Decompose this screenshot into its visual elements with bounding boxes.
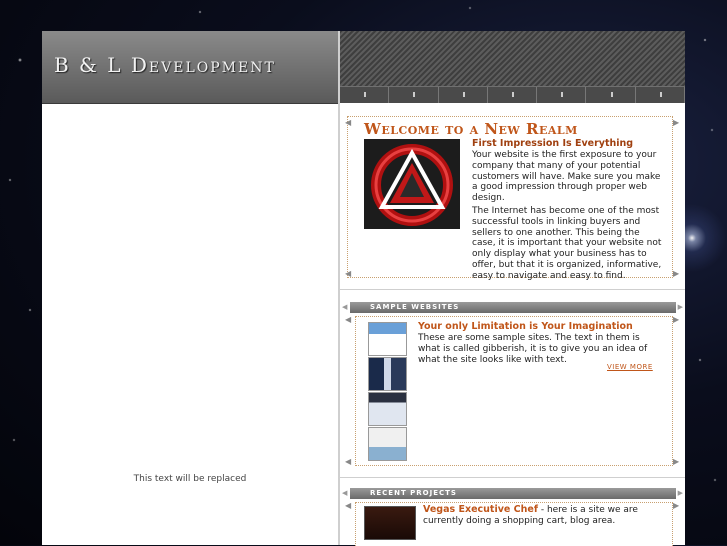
section-divider [340,289,685,290]
sample-thumbnail[interactable] [368,427,407,461]
welcome-paragraph-2: The Internet has become one of the most … [364,206,664,282]
section-divider [340,477,685,478]
recent-projects-bar: RECENT PROJECTS [342,488,684,499]
sample-websites-bar: SAMPLE WEBSITES [342,302,684,313]
welcome-paragraph-1: Your website is the first exposure to yo… [472,150,661,204]
corner-arrow-icon: ◀ [345,315,352,324]
corner-arrow-icon: ▶ [673,501,680,510]
column-divider [338,31,340,545]
corner-arrow-icon: ▶ [673,269,680,278]
welcome-paragraph-2-text: The Internet has become one of the most … [472,206,662,281]
corner-arrow-icon: ◀ [345,118,352,127]
sample-thumbnail[interactable] [368,322,407,356]
placeholder-text: This text will be replaced [133,474,247,484]
project-item: Vegas Executive Chef - here is a site we… [423,504,663,527]
corner-arrow-icon: ◀ [345,501,352,510]
samples-body: These are some sample sites. The text in… [418,333,648,365]
welcome-title: Welcome to a New Realm [364,120,578,138]
corner-arrow-icon: ◀ [345,269,352,278]
view-more-link[interactable]: VIEW MORE [607,363,653,371]
welcome-subheading: First Impression Is Everything [472,138,634,149]
sample-websites-label: SAMPLE WEBSITES [370,303,460,311]
corner-arrow-icon: ◀ [345,457,352,466]
corner-arrow-icon: ▶ [673,457,680,466]
sample-thumbnail[interactable] [368,357,407,391]
content: This text will be replaced [42,31,685,545]
recent-projects-label: RECENT PROJECTS [370,489,457,497]
project-title-link[interactable]: Vegas Executive Chef [423,504,538,515]
project-thumbnail[interactable] [364,506,416,540]
corner-arrow-icon: ▶ [673,118,680,127]
samples-heading: Your only Limitation is Your Imagination [418,321,633,332]
sample-thumbnail[interactable] [368,392,407,426]
corner-arrow-icon: ▶ [673,315,680,324]
